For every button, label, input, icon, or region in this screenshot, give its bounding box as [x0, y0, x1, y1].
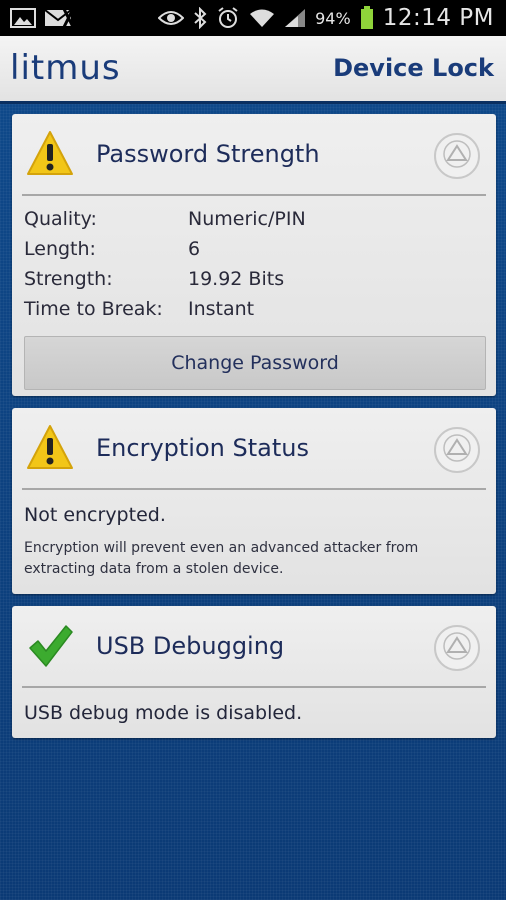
- card-title: Password Strength: [96, 140, 320, 168]
- row-value: 19.92 Bits: [188, 268, 285, 290]
- row-value: 6: [188, 238, 201, 260]
- collapse-button[interactable]: [434, 133, 480, 179]
- card-title: USB Debugging: [96, 632, 285, 660]
- warning-icon: [26, 130, 74, 180]
- row-key: Time to Break:: [24, 298, 163, 320]
- wifi-icon: [249, 8, 275, 28]
- usb-card-header[interactable]: USB Debugging: [12, 606, 496, 688]
- strength-row: Strength: 19.92 Bits: [24, 264, 484, 294]
- battery-percent: 94%: [315, 8, 351, 28]
- warning-icon: [26, 424, 74, 474]
- row-key: Quality:: [24, 208, 97, 230]
- encryption-status-text: Not encrypted.: [24, 504, 166, 526]
- password-strength-card: Password Strength Quality: Numeric/PIN L…: [12, 114, 496, 396]
- divider: [22, 488, 486, 490]
- chevron-up-icon: [442, 631, 472, 665]
- battery-icon: [360, 6, 374, 30]
- encryption-note: Encryption will prevent even an advanced…: [24, 540, 419, 577]
- collapse-button[interactable]: [434, 427, 480, 473]
- chevron-up-icon: [442, 139, 472, 173]
- app-bar: litmus Device Lock: [0, 36, 506, 104]
- bluetooth-icon: [193, 7, 207, 29]
- row-value: Numeric/PIN: [188, 208, 306, 230]
- clock: 12:14 PM: [382, 5, 494, 31]
- quality-row: Quality: Numeric/PIN: [24, 204, 484, 234]
- time-to-break-row: Time to Break: Instant: [24, 294, 484, 324]
- row-key: Strength:: [24, 268, 113, 290]
- length-row: Length: 6: [24, 234, 484, 264]
- alarm-icon: [216, 6, 240, 30]
- image-icon: [10, 7, 36, 29]
- usb-debugging-card: USB Debugging USB debug mode is disabled…: [12, 606, 496, 738]
- signal-icon: [284, 8, 306, 28]
- card-title: Encryption Status: [96, 434, 309, 462]
- row-value: Instant: [188, 298, 255, 320]
- mail-icon: [44, 7, 74, 29]
- eye-icon: [158, 9, 185, 27]
- status-bar: 94% 12:14 PM: [0, 0, 506, 36]
- checkmark-icon: [28, 624, 74, 672]
- row-key: Length:: [24, 238, 96, 260]
- encryption-status-card: Encryption Status Not encrypted. Encrypt…: [12, 408, 496, 594]
- collapse-button[interactable]: [434, 625, 480, 671]
- change-password-button[interactable]: Change Password: [24, 336, 486, 390]
- password-card-header[interactable]: Password Strength: [12, 114, 496, 196]
- divider: [22, 686, 486, 688]
- divider: [22, 194, 486, 196]
- chevron-up-icon: [442, 433, 472, 467]
- usb-status-text: USB debug mode is disabled.: [24, 702, 303, 724]
- litmus-logo: litmus: [10, 48, 121, 88]
- encryption-card-header[interactable]: Encryption Status: [12, 408, 496, 490]
- page-title: Device Lock: [333, 54, 494, 82]
